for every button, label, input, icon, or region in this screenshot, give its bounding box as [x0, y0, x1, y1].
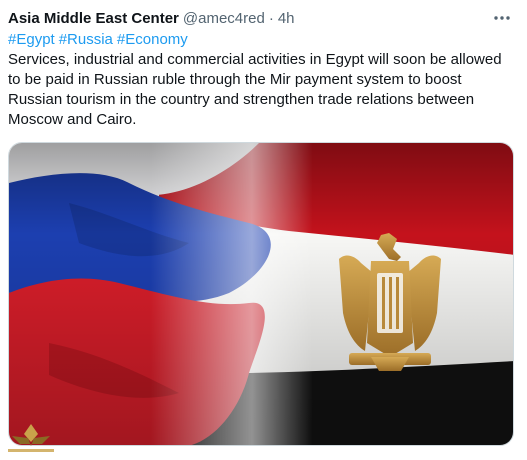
tweet-text-line: Russian tourism in the country and stren…: [8, 91, 475, 108]
hashtag-russia[interactable]: #Russia: [59, 31, 113, 48]
tweet-text-line: Moscow and Cairo.: [8, 111, 137, 128]
tweet-text: Services, industrial and commercial acti…: [8, 50, 513, 130]
hashtag-egypt[interactable]: #Egypt: [8, 31, 55, 48]
author-name[interactable]: Asia Middle East Center: [8, 10, 179, 27]
tweet-media-image[interactable]: [8, 142, 514, 446]
quantum-force-watermark-logo: [8, 424, 54, 452]
more-options-button[interactable]: [491, 8, 513, 28]
tweet-header: Asia Middle East Center @amec4red · 4h: [8, 8, 295, 28]
hashtags: #Egypt #Russia #Economy: [8, 30, 192, 50]
separator-dot: ·: [268, 9, 274, 27]
author-handle[interactable]: @amec4red: [183, 10, 265, 27]
tweet-text-line: Services, industrial and commercial acti…: [8, 51, 502, 68]
tweet-timestamp[interactable]: 4h: [278, 10, 295, 27]
tweet-text-line: to be paid in Russian ruble through the …: [8, 71, 462, 88]
more-horizontal-icon: [494, 16, 510, 20]
russia-egypt-flags-image: [9, 143, 513, 445]
hashtag-economy[interactable]: #Economy: [117, 31, 188, 48]
tweet[interactable]: Asia Middle East Center @amec4red · 4h #…: [0, 0, 527, 460]
